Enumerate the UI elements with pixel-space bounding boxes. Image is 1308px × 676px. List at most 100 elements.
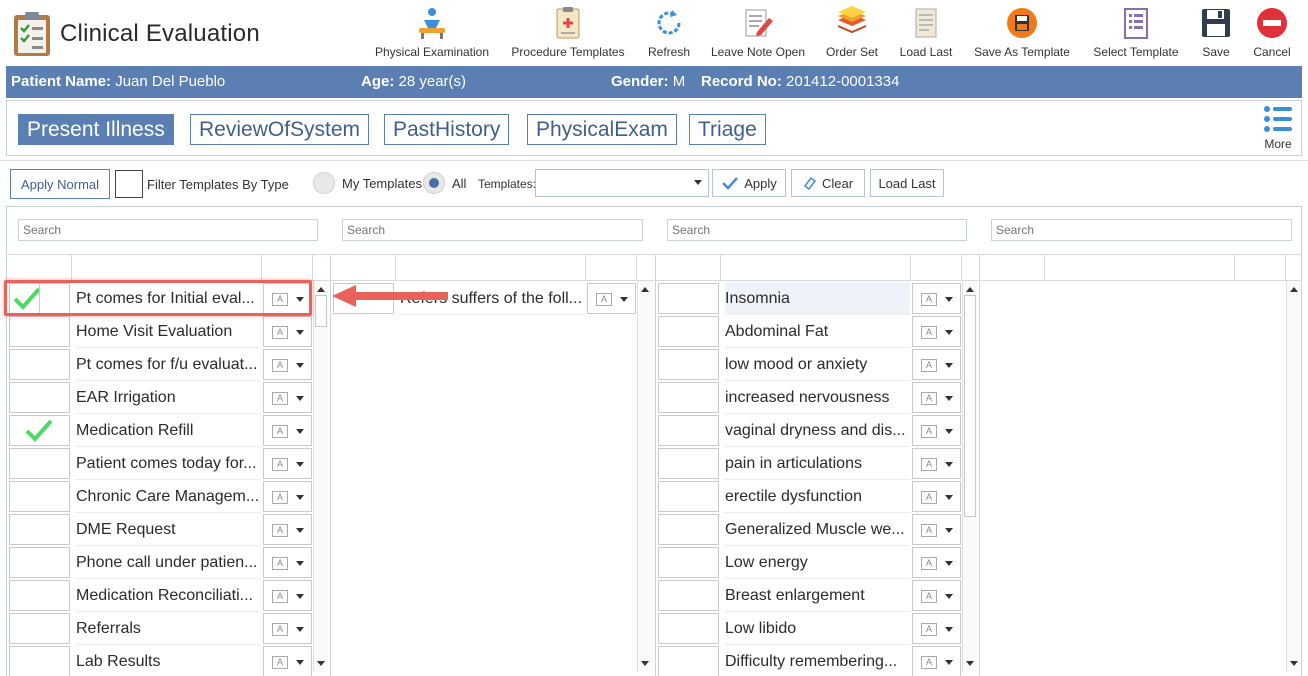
- list-item-label[interactable]: Breast enlargement: [725, 579, 910, 612]
- list-item[interactable]: low mood or anxiety A: [656, 348, 961, 381]
- format-dropdown[interactable]: A: [263, 448, 312, 479]
- format-dropdown[interactable]: A: [912, 547, 961, 578]
- list-item-label[interactable]: increased nervousness: [725, 381, 910, 414]
- scroll-up-icon[interactable]: [966, 287, 974, 292]
- row-checkbox[interactable]: [658, 547, 719, 578]
- tab-physical-exam[interactable]: PhysicalExam: [527, 114, 677, 145]
- list-item-label[interactable]: Patient comes today for...: [76, 447, 261, 480]
- list-item-label[interactable]: Referrals: [76, 612, 261, 645]
- list-item-label[interactable]: Chronic Care Managem...: [76, 480, 261, 513]
- list-item[interactable]: Pt comes for f/u evaluat... A: [7, 348, 312, 381]
- format-dropdown[interactable]: A: [263, 316, 312, 347]
- row-checkbox[interactable]: [658, 514, 719, 545]
- row-checkbox[interactable]: [9, 415, 70, 446]
- format-dropdown[interactable]: A: [912, 316, 961, 347]
- row-checkbox[interactable]: [658, 382, 719, 413]
- row-checkbox[interactable]: [9, 646, 70, 676]
- column-1-scrollbar[interactable]: [313, 281, 328, 672]
- apply-normal-button[interactable]: Apply Normal: [10, 169, 110, 199]
- list-item[interactable]: Insomnia A: [656, 282, 961, 315]
- clear-button[interactable]: Clear: [791, 169, 865, 197]
- list-item[interactable]: Lab Results A: [7, 645, 312, 676]
- format-dropdown[interactable]: A: [912, 448, 961, 479]
- row-checkbox[interactable]: [658, 316, 719, 347]
- row-checkbox[interactable]: [9, 514, 70, 545]
- list-item[interactable]: Referrals A: [7, 612, 312, 645]
- format-dropdown[interactable]: A: [263, 283, 312, 314]
- list-item[interactable]: pain in articulations A: [656, 447, 961, 480]
- row-checkbox[interactable]: [658, 349, 719, 380]
- list-item-label[interactable]: DME Request: [76, 513, 261, 546]
- list-item[interactable]: Refers suffers of the foll... A: [331, 282, 636, 315]
- scroll-down-icon[interactable]: [641, 661, 649, 666]
- save-as-template-button[interactable]: Save As Template: [974, 6, 1070, 62]
- list-item[interactable]: Low libido A: [656, 612, 961, 645]
- list-item[interactable]: Phone call under patien... A: [7, 546, 312, 579]
- list-item[interactable]: Home Visit Evaluation A: [7, 315, 312, 348]
- list-item[interactable]: Difficulty remembering... A: [656, 645, 961, 676]
- search-input-column-3[interactable]: [667, 219, 967, 241]
- physical-examination-button[interactable]: Physical Examination: [375, 6, 489, 62]
- tab-present-illness[interactable]: Present Illness: [18, 114, 174, 145]
- list-item-label[interactable]: EAR Irrigation: [76, 381, 261, 414]
- list-item-label[interactable]: Medication Reconciliati...: [76, 579, 261, 612]
- row-checkbox[interactable]: [658, 613, 719, 644]
- scroll-down-icon[interactable]: [1290, 661, 1298, 666]
- list-item[interactable]: vaginal dryness and dis... A: [656, 414, 961, 447]
- save-button[interactable]: Save: [1196, 6, 1236, 62]
- leave-note-open-button[interactable]: Leave Note Open: [708, 6, 808, 62]
- list-item[interactable]: increased nervousness A: [656, 381, 961, 414]
- column-3-scrollbar[interactable]: [962, 281, 977, 672]
- format-dropdown[interactable]: A: [912, 349, 961, 380]
- row-checkbox[interactable]: [658, 580, 719, 611]
- list-item-label[interactable]: Lab Results: [76, 645, 261, 676]
- format-dropdown[interactable]: A: [263, 382, 312, 413]
- list-item[interactable]: erectile dysfunction A: [656, 480, 961, 513]
- row-checkbox[interactable]: [658, 283, 719, 314]
- list-item-label[interactable]: Low libido: [725, 612, 910, 645]
- refresh-button[interactable]: Refresh: [644, 6, 694, 62]
- format-dropdown[interactable]: A: [912, 481, 961, 512]
- list-item[interactable]: Medication Reconciliati... A: [7, 579, 312, 612]
- list-item-label[interactable]: Refers suffers of the foll...: [400, 282, 585, 315]
- format-dropdown[interactable]: A: [263, 580, 312, 611]
- list-item[interactable]: EAR Irrigation A: [7, 381, 312, 414]
- row-checkbox[interactable]: [9, 613, 70, 644]
- load-last-button[interactable]: Load Last: [896, 6, 956, 62]
- format-dropdown[interactable]: A: [263, 547, 312, 578]
- scroll-up-icon[interactable]: [641, 287, 649, 292]
- scroll-thumb[interactable]: [964, 295, 976, 517]
- list-item[interactable]: Abdominal Fat A: [656, 315, 961, 348]
- list-item-label[interactable]: Generalized Muscle we...: [725, 513, 910, 546]
- scroll-down-icon[interactable]: [966, 661, 974, 666]
- tab-review-of-system[interactable]: ReviewOfSystem: [190, 114, 370, 145]
- list-item-label[interactable]: Pt comes for Initial eval...: [76, 282, 261, 315]
- scroll-down-icon[interactable]: [317, 661, 325, 666]
- format-dropdown[interactable]: A: [263, 646, 312, 676]
- list-item-label[interactable]: Medication Refill: [76, 414, 261, 447]
- load-last-filter-button[interactable]: Load Last: [870, 169, 944, 197]
- search-input-column-1[interactable]: [18, 219, 318, 241]
- format-dropdown[interactable]: A: [912, 613, 961, 644]
- row-checkbox[interactable]: [333, 283, 394, 314]
- list-item-label[interactable]: vaginal dryness and dis...: [725, 414, 910, 447]
- row-checkbox[interactable]: [9, 547, 70, 578]
- format-dropdown[interactable]: A: [263, 481, 312, 512]
- tab-triage[interactable]: Triage: [689, 114, 766, 145]
- filter-by-type-checkbox[interactable]: [115, 170, 143, 198]
- list-item[interactable]: Medication Refill A: [7, 414, 312, 447]
- list-item-label[interactable]: Pt comes for f/u evaluat...: [76, 348, 261, 381]
- list-item-label[interactable]: Abdominal Fat: [725, 315, 910, 348]
- templates-select[interactable]: [535, 169, 709, 197]
- list-item-label[interactable]: Difficulty remembering...: [725, 645, 910, 676]
- list-item[interactable]: DME Request A: [7, 513, 312, 546]
- column-4-scrollbar[interactable]: [1286, 281, 1301, 672]
- scroll-up-icon[interactable]: [1290, 287, 1298, 292]
- search-input-column-4[interactable]: [991, 219, 1292, 241]
- row-checkbox[interactable]: [658, 448, 719, 479]
- format-dropdown[interactable]: A: [912, 382, 961, 413]
- row-checkbox[interactable]: [658, 415, 719, 446]
- list-item[interactable]: Chronic Care Managem... A: [7, 480, 312, 513]
- list-item[interactable]: Patient comes today for... A: [7, 447, 312, 480]
- row-checkbox[interactable]: [9, 349, 70, 380]
